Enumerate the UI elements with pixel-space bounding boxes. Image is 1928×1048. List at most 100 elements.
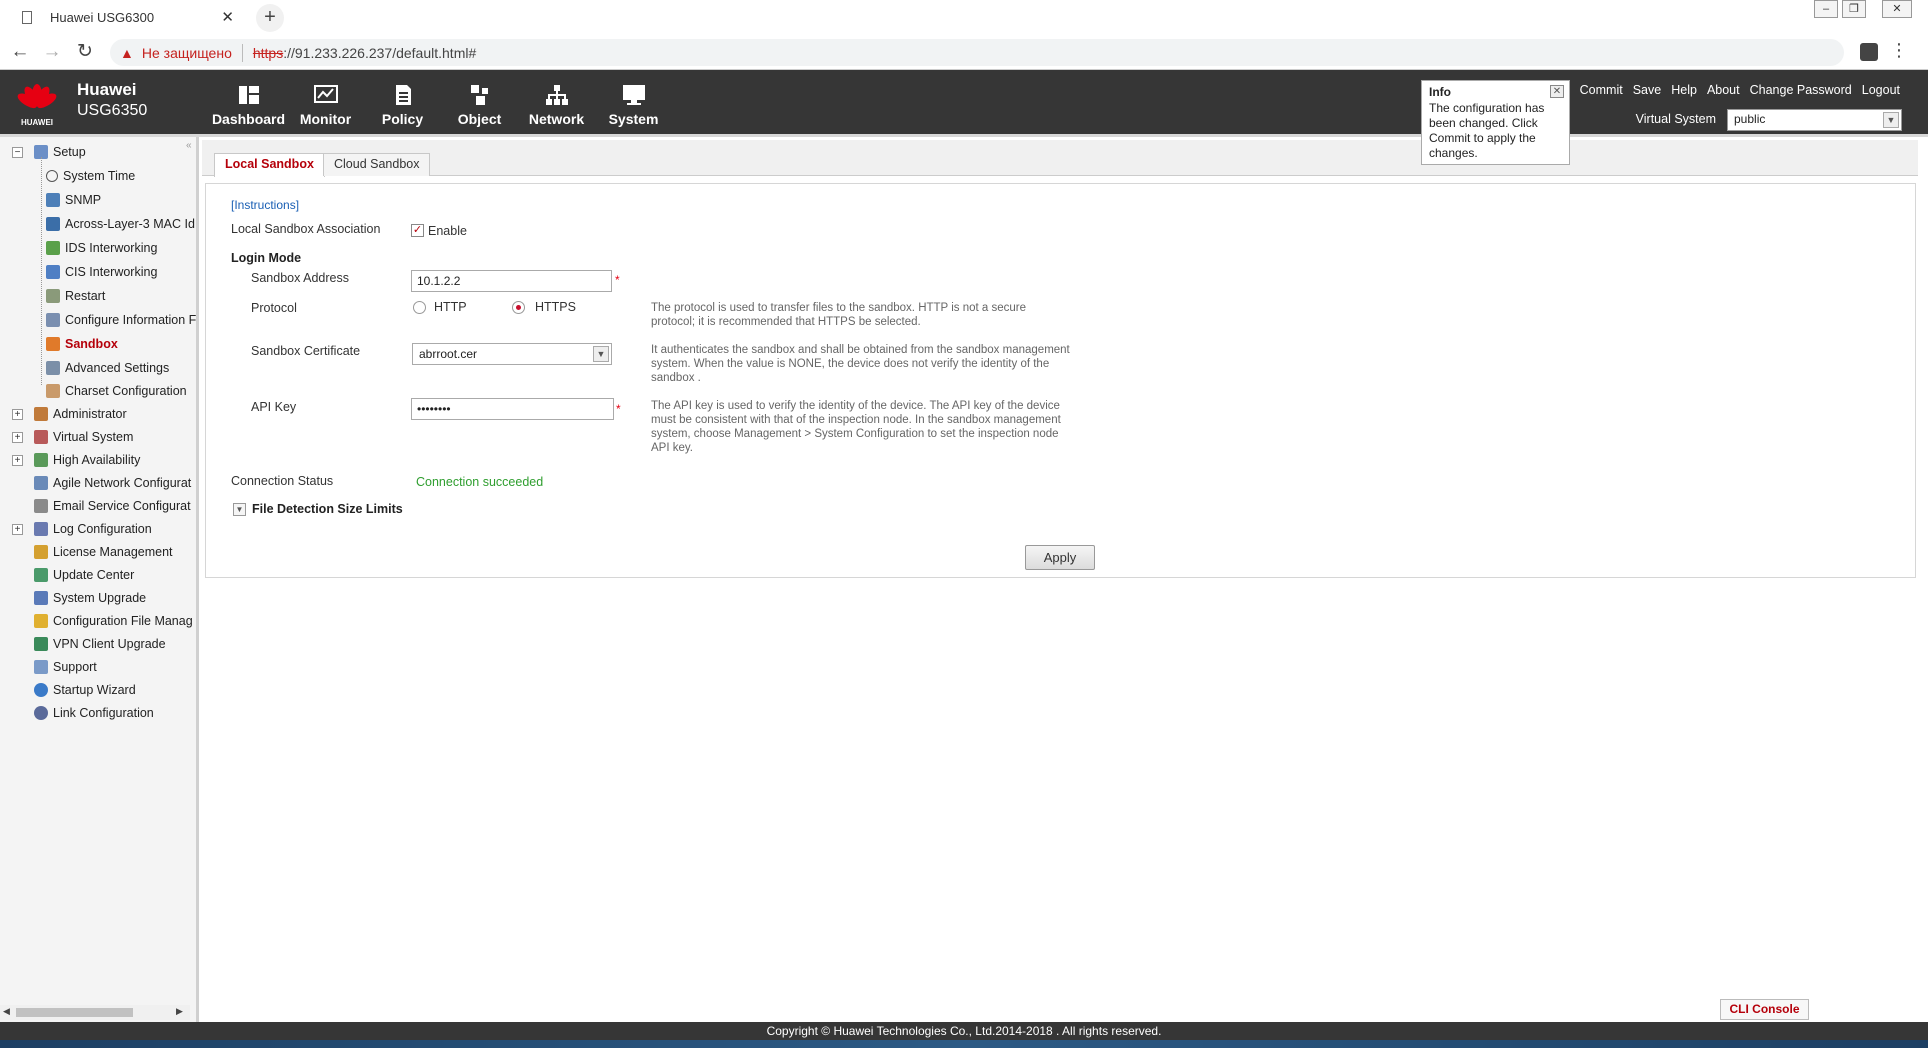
expand-administrator-icon[interactable]: +	[12, 409, 23, 420]
warning-icon: ▲	[120, 44, 134, 61]
network-icon	[545, 85, 568, 105]
save-link[interactable]: Save	[1633, 83, 1662, 97]
sandbox-address-input[interactable]: 10.1.2.2	[411, 270, 612, 292]
nav-system[interactable]: System	[595, 70, 672, 137]
monitor-icon	[313, 85, 338, 103]
sidebar-item-system-upgrade[interactable]: System Upgrade	[34, 589, 146, 607]
virtual-system-select[interactable]: public ▼	[1727, 109, 1902, 131]
help-link[interactable]: Help	[1671, 83, 1697, 97]
sidebar-item-link-configuration[interactable]: Link Configuration	[34, 704, 154, 722]
minimize-icon[interactable]: –	[1814, 0, 1838, 18]
sidebar-item-restart[interactable]: Restart	[46, 287, 105, 305]
sidebar-item-sandbox[interactable]: Sandbox	[46, 335, 118, 353]
cli-console-button[interactable]: CLI Console	[1720, 999, 1809, 1020]
collapse-arrow-icon[interactable]: ▼	[233, 503, 246, 516]
sidebar-item-charset[interactable]: Charset Configuration	[46, 382, 187, 400]
url-separator	[241, 43, 243, 62]
sidebar-item-agile-network[interactable]: Agile Network Configurat	[34, 474, 191, 492]
nav-monitor[interactable]: Monitor	[287, 70, 364, 137]
sidebar-scrollbar[interactable]: ◀ ▶	[0, 1005, 190, 1020]
chevron-down-icon[interactable]: ▼	[1883, 112, 1899, 128]
tab-close-icon[interactable]: ✕	[221, 8, 234, 26]
nav-network[interactable]: Network	[518, 70, 595, 137]
sidebar-item-email-service[interactable]: Email Service Configurat	[34, 497, 191, 515]
support-icon	[34, 660, 48, 674]
browser-tab[interactable]: Huawei USG6300 ✕	[8, 0, 244, 34]
expand-high-availability-icon[interactable]: +	[12, 455, 23, 466]
tree-line	[41, 157, 42, 385]
license-icon	[34, 545, 48, 559]
page-icon	[22, 10, 32, 24]
security-status[interactable]: Не защищено	[142, 45, 232, 61]
vpn-icon	[34, 637, 48, 651]
association-label: Local Sandbox Association	[231, 222, 381, 236]
sidebar-item-configure-info[interactable]: Configure Information F	[46, 311, 196, 329]
restore-icon[interactable]: ❐	[1842, 0, 1866, 18]
high-availability-icon	[34, 453, 48, 467]
sidebar-item-virtual-system[interactable]: Virtual System	[34, 428, 133, 446]
sidebar-item-snmp[interactable]: SNMP	[46, 191, 101, 209]
expand-virtual-system-icon[interactable]: +	[12, 432, 23, 443]
sidebar-collapse-icon[interactable]: «	[186, 140, 192, 151]
apply-button[interactable]: Apply	[1025, 545, 1095, 570]
api-key-help: The API key is used to verify the identi…	[651, 400, 1061, 454]
https-radio-label: HTTPS	[535, 300, 576, 314]
log-icon	[34, 522, 48, 536]
shield-icon	[46, 265, 60, 279]
reload-icon[interactable]: ↻	[73, 40, 97, 64]
nav-object[interactable]: Object	[441, 70, 518, 137]
folder-icon	[34, 614, 48, 628]
sidebar-item-support[interactable]: Support	[34, 658, 97, 676]
sidebar-item-high-availability[interactable]: High Availability	[34, 451, 140, 469]
browser-menu-icon[interactable]: ⋮	[1890, 40, 1908, 61]
http-radio[interactable]	[413, 301, 426, 314]
sidebar-item-license[interactable]: License Management	[34, 543, 173, 561]
certificate-select[interactable]: abrroot.cer ▼	[412, 343, 612, 365]
instructions-link[interactable]: [Instructions]	[231, 198, 299, 212]
collapse-setup-icon[interactable]: −	[12, 147, 23, 158]
https-radio[interactable]	[512, 301, 525, 314]
commit-link[interactable]: Commit	[1580, 83, 1623, 97]
sidebar-item-startup-wizard[interactable]: Startup Wizard	[34, 681, 136, 699]
object-icon	[470, 85, 488, 105]
change-password-link[interactable]: Change Password	[1750, 83, 1852, 97]
url-field[interactable]: ▲ Не защищено https ://91.233.226.237/de…	[110, 39, 1844, 66]
file-detection-limits-heading[interactable]: File Detection Size Limits	[252, 502, 403, 516]
content-tabs: Local Sandbox Cloud Sandbox	[202, 140, 1918, 177]
scroll-left-icon[interactable]: ◀	[3, 1006, 10, 1017]
sidebar-item-ids[interactable]: IDS Interworking	[46, 239, 157, 257]
sidebar-item-log-configuration[interactable]: Log Configuration	[34, 520, 152, 538]
charset-icon	[46, 384, 60, 398]
nav-dashboard[interactable]: Dashboard	[210, 70, 287, 137]
sidebar-item-vpn-client[interactable]: VPN Client Upgrade	[34, 635, 166, 653]
sidebar-item-administrator[interactable]: Administrator	[34, 405, 127, 423]
virtual-system-label: Virtual System	[1635, 112, 1716, 126]
logout-link[interactable]: Logout	[1862, 83, 1900, 97]
about-link[interactable]: About	[1707, 83, 1740, 97]
sandbox-address-label: Sandbox Address	[251, 271, 349, 285]
close-icon[interactable]: ✕	[1550, 85, 1564, 98]
chevron-down-icon[interactable]: ▼	[593, 346, 609, 362]
new-tab-button[interactable]: +	[256, 4, 284, 32]
window-close-icon[interactable]: ✕	[1882, 0, 1912, 18]
sidebar-item-mac-id[interactable]: Across-Layer-3 MAC Id	[46, 215, 195, 233]
enable-label: Enable	[428, 224, 467, 238]
sidebar-item-cis[interactable]: CIS Interworking	[46, 263, 157, 281]
tab-cloud-sandbox[interactable]: Cloud Sandbox	[323, 153, 431, 176]
sidebar-item-config-file[interactable]: Configuration File Manag	[34, 612, 193, 630]
forward-icon[interactable]: →	[40, 40, 64, 64]
tab-local-sandbox[interactable]: Local Sandbox	[214, 153, 325, 177]
sidebar-item-system-time[interactable]: System Time	[46, 167, 135, 185]
clock-icon	[46, 170, 58, 182]
scrollbar-thumb[interactable]	[16, 1008, 133, 1017]
extension-icon[interactable]	[1860, 43, 1878, 61]
info-message: The configuration has been changed. Clic…	[1429, 101, 1545, 160]
expand-log-configuration-icon[interactable]: +	[12, 524, 23, 535]
scroll-right-icon[interactable]: ▶	[176, 1006, 183, 1017]
api-key-input[interactable]: ••••••••	[411, 398, 614, 420]
back-icon[interactable]: ←	[8, 40, 32, 64]
nav-policy[interactable]: Policy	[364, 70, 441, 137]
sidebar-item-advanced[interactable]: Advanced Settings	[46, 359, 169, 377]
enable-checkbox[interactable]: ✓	[411, 224, 424, 237]
sidebar-item-update-center[interactable]: Update Center	[34, 566, 134, 584]
